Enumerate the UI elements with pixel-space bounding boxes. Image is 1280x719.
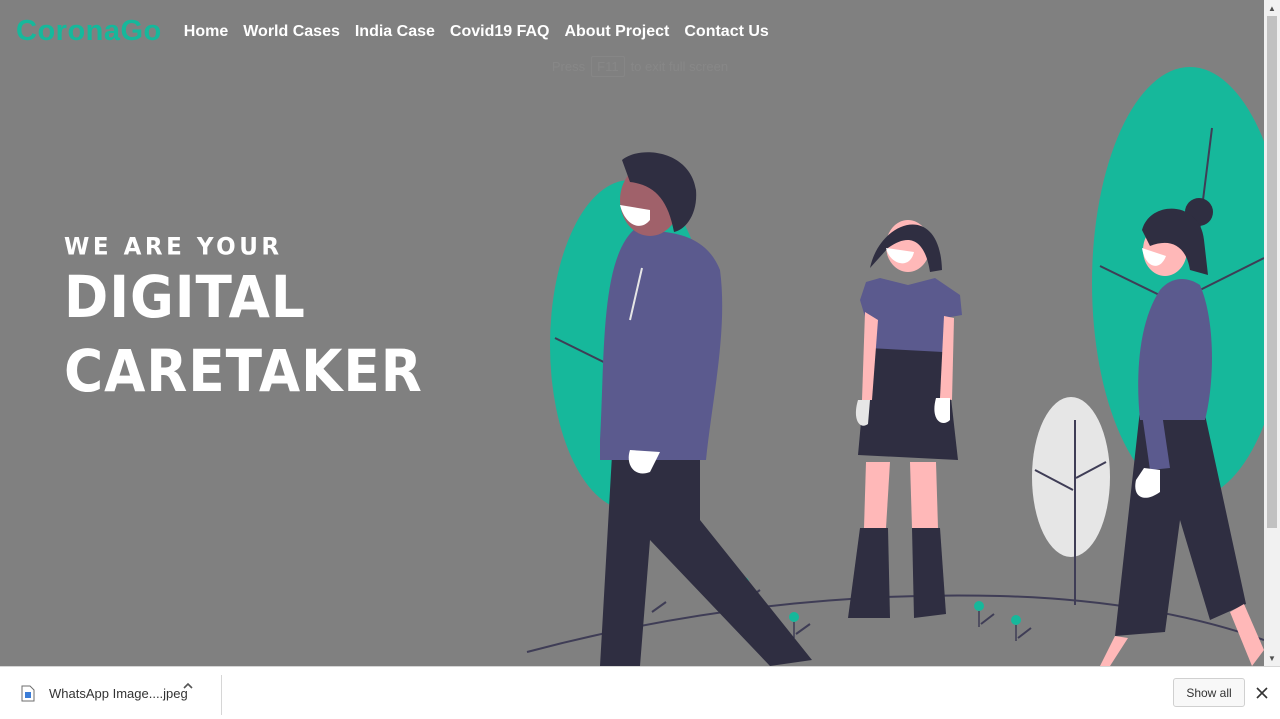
show-all-button[interactable]: Show all (1173, 678, 1245, 707)
download-bar: WhatsApp Image....jpeg Show all (0, 666, 1280, 719)
hero-title-line1: DIGITAL (64, 263, 306, 331)
file-icon (21, 685, 35, 702)
vertical-scrollbar[interactable]: ▲ ▼ (1264, 0, 1280, 666)
download-divider (221, 675, 222, 715)
nav-home[interactable]: Home (184, 23, 228, 41)
hero-title-line2: CARETAKER (64, 337, 423, 405)
chevron-up-icon[interactable] (181, 679, 195, 693)
nav-india-case[interactable]: India Case (355, 23, 435, 41)
scroll-down-arrow-icon[interactable]: ▼ (1264, 650, 1280, 666)
scrollbar-thumb[interactable] (1267, 16, 1277, 528)
nav-links: Home World Cases India Case Covid19 FAQ … (184, 23, 769, 41)
nav-contact-us[interactable]: Contact Us (684, 23, 768, 41)
close-icon[interactable] (1254, 685, 1270, 701)
brand-logo[interactable]: CoronaGo (16, 15, 162, 48)
hero-subtitle: WE ARE YOUR (64, 233, 283, 261)
masked-people-illustration (526, 67, 1264, 666)
woman-center-figure (848, 220, 962, 618)
light-bush (1032, 397, 1110, 605)
hero-heading: WE ARE YOUR DIGITAL CARETAKER (64, 233, 454, 408)
nav-covid19-faq[interactable]: Covid19 FAQ (450, 23, 550, 41)
scroll-up-arrow-icon[interactable]: ▲ (1264, 0, 1280, 16)
page-viewport: CoronaGo Home World Cases India Case Cov… (0, 0, 1264, 666)
nav-about-project[interactable]: About Project (564, 23, 669, 41)
download-file-name: WhatsApp Image....jpeg (49, 685, 188, 701)
nav-world-cases[interactable]: World Cases (243, 23, 340, 41)
